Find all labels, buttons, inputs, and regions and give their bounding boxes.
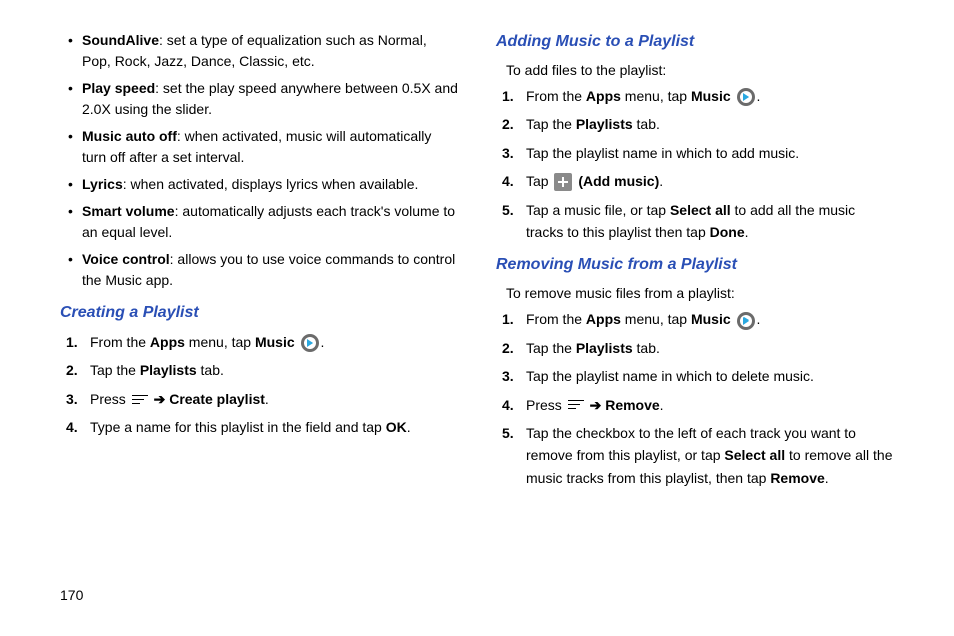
step-3: 3.Press ➔ Create playlist. [90, 388, 458, 410]
bullet-playspeed: Play speed: set the play speed anywhere … [60, 78, 458, 120]
arrow-icon: ➔ [154, 391, 166, 407]
intro-removing: To remove music files from a playlist: [506, 283, 894, 304]
adding-steps: 1.From the Apps menu, tap Music . 2.Tap … [496, 85, 894, 243]
intro-adding: To add files to the playlist: [506, 60, 894, 81]
page-number: 170 [60, 585, 83, 606]
step-4: 4.Press ➔ Remove. [526, 394, 894, 416]
removing-steps: 1.From the Apps menu, tap Music . 2.Tap … [496, 308, 894, 489]
step-4: 4.Tap (Add music). [526, 170, 894, 192]
step-1: 1.From the Apps menu, tap Music . [526, 85, 894, 107]
music-icon [301, 334, 319, 352]
bullet-lyrics: Lyrics: when activated, displays lyrics … [60, 174, 458, 195]
menu-icon [132, 395, 148, 406]
creating-steps: 1.From the Apps menu, tap Music . 2.Tap … [60, 331, 458, 439]
music-icon [737, 312, 755, 330]
step-1: 1.From the Apps menu, tap Music . [90, 331, 458, 353]
bullet-smartvolume: Smart volume: automatically adjusts each… [60, 201, 458, 243]
settings-bullet-list: SoundAlive: set a type of equalization s… [60, 30, 458, 291]
step-5: 5.Tap the checkbox to the left of each t… [526, 422, 894, 489]
heading-creating-playlist: Creating a Playlist [60, 301, 458, 325]
plus-icon [554, 173, 572, 191]
step-3: 3.Tap the playlist name in which to dele… [526, 365, 894, 387]
step-1: 1.From the Apps menu, tap Music . [526, 308, 894, 330]
step-2: 2.Tap the Playlists tab. [526, 113, 894, 135]
step-4: 4.Type a name for this playlist in the f… [90, 416, 458, 438]
menu-icon [568, 400, 584, 411]
arrow-icon: ➔ [590, 397, 602, 413]
step-5: 5.Tap a music file, or tap Select all to… [526, 199, 894, 244]
right-column: Adding Music to a Playlist To add files … [496, 30, 894, 495]
bullet-soundalive: SoundAlive: set a type of equalization s… [60, 30, 458, 72]
bullet-musicautooff: Music auto off: when activated, music wi… [60, 126, 458, 168]
heading-removing-music: Removing Music from a Playlist [496, 253, 894, 277]
left-column: SoundAlive: set a type of equalization s… [60, 30, 458, 495]
music-icon [737, 88, 755, 106]
page-columns: SoundAlive: set a type of equalization s… [60, 30, 894, 495]
heading-adding-music: Adding Music to a Playlist [496, 30, 894, 54]
step-2: 2.Tap the Playlists tab. [90, 359, 458, 381]
step-2: 2.Tap the Playlists tab. [526, 337, 894, 359]
step-3: 3.Tap the playlist name in which to add … [526, 142, 894, 164]
bullet-voicecontrol: Voice control: allows you to use voice c… [60, 249, 458, 291]
